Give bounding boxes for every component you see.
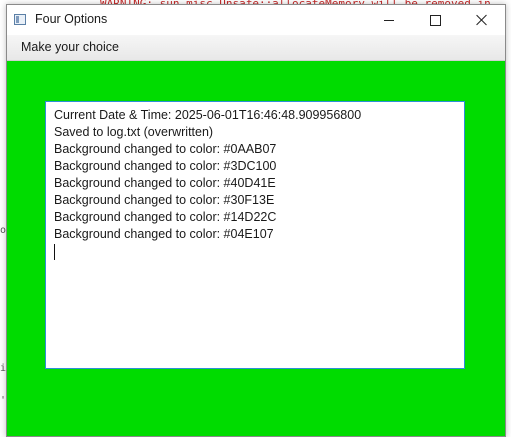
log-line: Saved to log.txt (overwritten) bbox=[54, 125, 214, 139]
minimize-icon bbox=[384, 19, 394, 21]
title-bar[interactable]: Four Options bbox=[7, 5, 505, 35]
log-content: Current Date & Time: 2025-06-01T16:46:48… bbox=[54, 107, 458, 265]
log-line: Current Date & Time: 2025-06-01T16:46:48… bbox=[54, 108, 362, 122]
app-window: Four Options Make your choice Current Da… bbox=[6, 4, 506, 437]
close-button[interactable] bbox=[459, 5, 505, 35]
log-line: Background changed to color: #04E107 bbox=[54, 227, 274, 241]
text-caret bbox=[54, 244, 55, 260]
log-line: Background changed to color: #30F13E bbox=[54, 193, 275, 207]
log-line: Background changed to color: #0AAB07 bbox=[54, 142, 277, 156]
log-text-area[interactable]: Current Date & Time: 2025-06-01T16:46:48… bbox=[45, 101, 465, 369]
menu-make-your-choice[interactable]: Make your choice bbox=[15, 40, 125, 54]
menu-bar: Make your choice bbox=[7, 35, 505, 61]
maximize-button[interactable] bbox=[412, 5, 458, 35]
log-line: Background changed to color: #40D41E bbox=[54, 176, 276, 190]
close-icon bbox=[476, 14, 488, 26]
text-caret-line bbox=[54, 243, 458, 265]
log-line: Background changed to color: #14D22C bbox=[54, 210, 277, 224]
log-line: Background changed to color: #3DC100 bbox=[54, 159, 277, 173]
app-window-icon bbox=[14, 14, 26, 25]
minimize-button[interactable] bbox=[366, 5, 412, 35]
window-title: Four Options bbox=[35, 12, 108, 26]
maximize-icon bbox=[429, 14, 441, 26]
